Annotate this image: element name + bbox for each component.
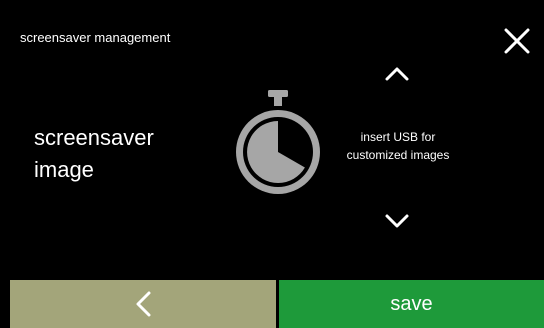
setting-label-line2: image (34, 157, 94, 182)
save-button[interactable]: save (279, 280, 544, 328)
close-icon (504, 28, 530, 54)
back-button[interactable] (10, 280, 276, 328)
chevron-left-icon (136, 291, 151, 317)
usb-info-line2: customized images (346, 148, 450, 162)
stopwatch-icon (236, 90, 320, 194)
close-button[interactable] (500, 24, 534, 58)
scroll-up-button[interactable] (377, 55, 417, 95)
page-title: screensaver management (20, 30, 171, 45)
usb-info-text: insert USB for customized images (318, 128, 478, 164)
scroll-down-button[interactable] (377, 200, 417, 240)
bottom-bar: save (0, 280, 544, 328)
setting-label: screensaver image (34, 122, 214, 186)
screen: screensaver management screensaver image… (0, 0, 544, 328)
usb-info-line1: insert USB for (360, 130, 436, 144)
chevron-up-icon (385, 67, 409, 81)
chevron-down-icon (385, 214, 409, 228)
setting-label-line1: screensaver (34, 125, 154, 150)
